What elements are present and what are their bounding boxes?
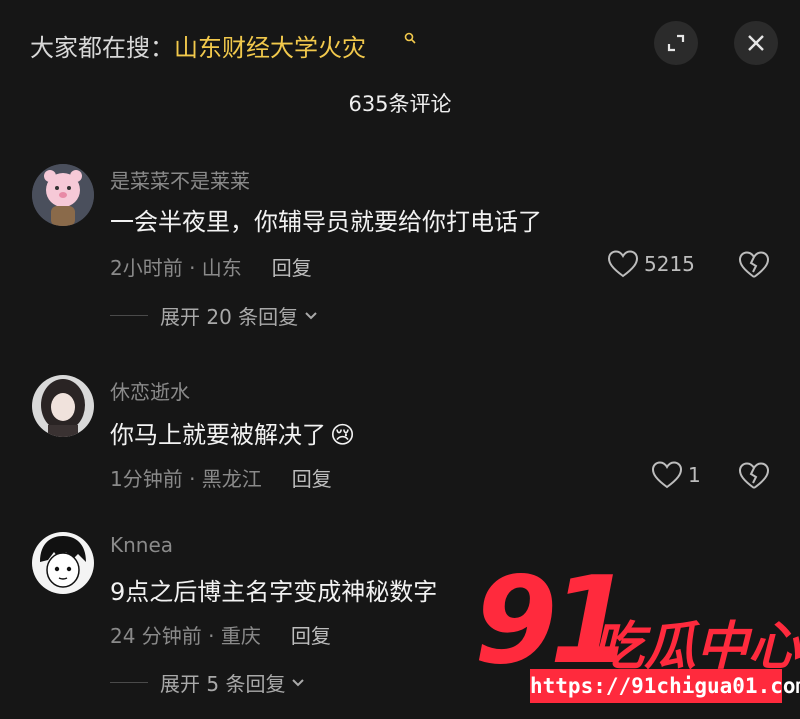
comment-meta: 2小时前 · 山东 回复 bbox=[110, 252, 312, 281]
comment-text: 你马上就要被解决了 😢 bbox=[110, 415, 355, 450]
comment-meta: 1分钟前 · 黑龙江 回复 bbox=[110, 463, 332, 492]
girl-photo-avatar-icon bbox=[32, 375, 94, 437]
trending-search[interactable]: 大家都在搜：山东财经大学火灾 bbox=[30, 28, 366, 63]
divider-line bbox=[110, 315, 148, 316]
reply-button[interactable]: 回复 bbox=[291, 624, 331, 648]
comment-count: 635条评论 bbox=[348, 92, 452, 116]
expand-icon bbox=[667, 34, 685, 52]
avatar[interactable] bbox=[32, 532, 94, 594]
crying-emoji: 😢 bbox=[330, 421, 356, 449]
broken-heart-icon[interactable] bbox=[738, 461, 770, 491]
reply-button[interactable]: 回复 bbox=[292, 467, 332, 491]
comment-text: 一会半夜里，你辅导员就要给你打电话了 bbox=[110, 208, 542, 236]
username[interactable]: 休恋逝水 bbox=[110, 376, 190, 405]
like-count: 1 bbox=[688, 463, 701, 487]
top-bar: 大家都在搜：山东财经大学火灾 bbox=[0, 0, 800, 90]
avatar[interactable] bbox=[32, 164, 94, 226]
expand-replies-button[interactable]: 展开 5 条回复 bbox=[110, 668, 305, 697]
comment-meta: 24 分钟前 · 重庆 回复 bbox=[110, 620, 331, 649]
time-location: 24 分钟前 · 重庆 bbox=[110, 624, 261, 648]
heart-icon bbox=[608, 250, 638, 278]
expand-replies-button[interactable]: 展开 20 条回复 bbox=[110, 301, 318, 330]
trending-search-term[interactable]: 山东财经大学火灾 bbox=[174, 34, 366, 62]
close-button[interactable] bbox=[734, 21, 778, 65]
username[interactable]: 是菜菜不是莱莱 bbox=[110, 165, 250, 194]
chevron-down-icon bbox=[292, 678, 305, 686]
watermark: 91 吃瓜中心 https://91chigua01.com bbox=[474, 552, 800, 719]
search-icon bbox=[404, 32, 416, 44]
watermark-brand: 吃瓜中心 bbox=[592, 617, 800, 677]
time-location: 1分钟前 · 黑龙江 bbox=[110, 467, 262, 491]
heart-icon bbox=[652, 461, 682, 489]
reply-button[interactable]: 回复 bbox=[272, 256, 312, 280]
time-location: 2小时前 · 山东 bbox=[110, 256, 242, 280]
manga-character-avatar-icon bbox=[32, 532, 94, 594]
watermark-url: https://91chigua01.com bbox=[530, 669, 800, 703]
like-button[interactable]: 1 bbox=[652, 461, 701, 489]
expand-replies-label: 展开 20 条回复 bbox=[160, 305, 299, 329]
comment-text: 9点之后博主名字变成神秘数字 bbox=[110, 578, 438, 606]
pink-bear-avatar-icon bbox=[32, 164, 94, 226]
expand-replies-label: 展开 5 条回复 bbox=[160, 672, 286, 696]
chevron-down-icon bbox=[305, 311, 317, 319]
close-icon bbox=[748, 35, 764, 51]
expand-button[interactable] bbox=[654, 21, 698, 65]
broken-heart-icon[interactable] bbox=[738, 250, 770, 280]
comment-text-body: 你马上就要被解决了 bbox=[110, 421, 326, 449]
avatar[interactable] bbox=[32, 375, 94, 437]
username[interactable]: Knnea bbox=[110, 533, 173, 557]
like-count: 5215 bbox=[644, 252, 695, 276]
trending-search-prefix: 大家都在搜： bbox=[30, 34, 174, 62]
divider-line bbox=[110, 682, 148, 683]
like-button[interactable]: 5215 bbox=[608, 250, 695, 278]
